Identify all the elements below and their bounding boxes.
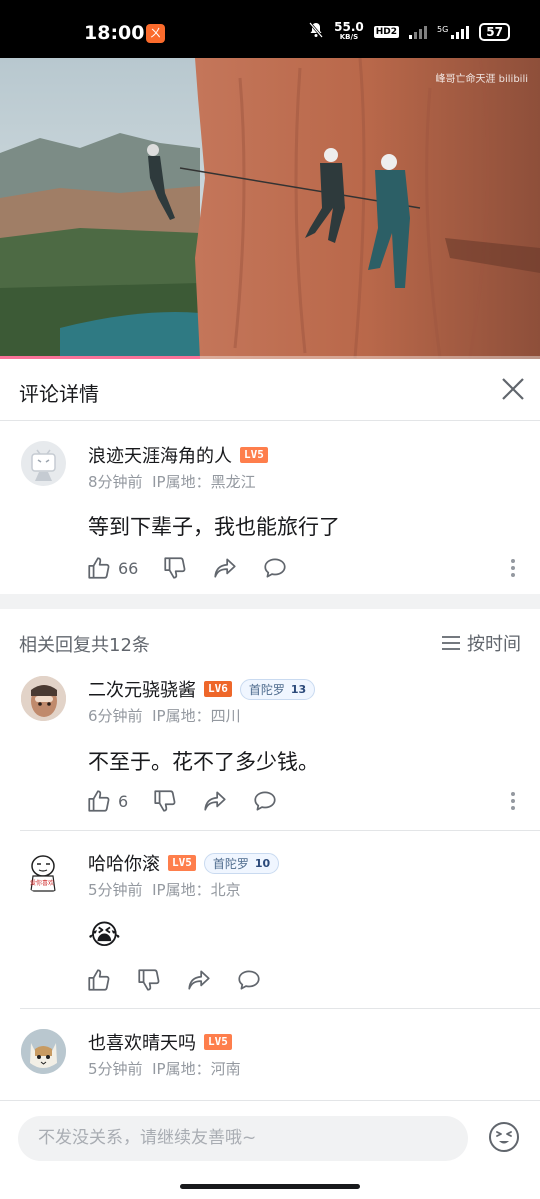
dislike-button[interactable]: [152, 788, 178, 814]
share-icon: [204, 791, 226, 811]
comment-bubble-icon: [238, 970, 260, 990]
reply-item: 也喜欢晴天吗 LV5 5分钟前 IP属地：河南: [0, 1008, 540, 1100]
comment-bubble-icon: [254, 791, 276, 811]
reply-emoji: 😭: [88, 918, 121, 951]
like-button[interactable]: 6: [86, 788, 128, 814]
cartoon-face-avatar: [21, 849, 66, 894]
like-count: 6: [118, 791, 129, 811]
battery-indicator: 57: [479, 23, 510, 41]
avatar[interactable]: 爱你喜欢: [21, 849, 66, 894]
reply-item: 爱你喜欢 哈哈你滚 LV5 首陀罗 10 5分钟前 IP属地：北京 😭: [0, 830, 540, 1008]
like-count: 66: [118, 558, 139, 578]
level-badge: LV6: [204, 681, 232, 697]
comment-actions: 66: [86, 555, 312, 581]
video-watermark: 峰哥亡命天涯 bilibili: [435, 74, 528, 85]
reply-actions: [86, 967, 286, 993]
signal-icon: [409, 25, 427, 39]
hd-badge: HD2: [373, 26, 399, 38]
comment-bubble-icon: [264, 558, 286, 578]
reply-item: 二次元骁骁酱 LV6 首陀罗 13 6分钟前 IP属地：四川 不至于。花不了多少钱…: [0, 671, 540, 830]
network-speed: 55.0 KB/S: [334, 20, 364, 41]
app-notification-icon: ㄨ: [146, 24, 165, 43]
reply-meta: 5分钟前 IP属地：北京: [88, 881, 241, 899]
share-icon: [188, 970, 210, 990]
status-time: 18:00: [84, 22, 145, 44]
comment-meta: 8分钟前 IP属地：黑龙江: [88, 473, 256, 491]
thumbs-up-icon: [88, 790, 110, 812]
comment-input[interactable]: 不发没关系，请继续友善哦~: [18, 1116, 468, 1161]
thumbs-up-icon: [88, 969, 110, 991]
share-icon: [214, 558, 236, 578]
video-player[interactable]: 峰哥亡命天涯 bilibili: [0, 58, 540, 359]
comment-text: 等到下辈子，我也能旅行了: [88, 515, 340, 539]
reply-count: 相关回复共12条: [19, 635, 150, 656]
home-indicator[interactable]: [180, 1184, 360, 1189]
avatar-caption: 爱你喜欢: [30, 880, 55, 887]
more-options-icon[interactable]: [510, 792, 516, 812]
dislike-button[interactable]: [136, 967, 162, 993]
reply-username[interactable]: 二次元骁骁酱 LV6 首陀罗 13: [88, 676, 316, 702]
level-badge: LV5: [204, 1034, 232, 1050]
status-bar: 18:00 ㄨ 55.0 KB/S HD2 5G 57: [0, 0, 540, 58]
cat-photo-avatar: [21, 1029, 66, 1074]
reply-button[interactable]: [252, 788, 278, 814]
thumbs-down-icon: [164, 557, 186, 579]
mute-bell-icon: [308, 22, 324, 42]
signal-5g-icon: 5G: [437, 25, 470, 39]
reply-button[interactable]: [262, 555, 288, 581]
more-options-icon[interactable]: [510, 559, 516, 579]
avatar[interactable]: [21, 441, 66, 486]
reply-button[interactable]: [236, 967, 262, 993]
video-frame-cliff: [0, 58, 540, 359]
comment-username[interactable]: 浪迹天涯海角的人 LV5: [88, 442, 268, 468]
share-button[interactable]: [186, 967, 212, 993]
share-button[interactable]: [212, 555, 238, 581]
default-tv-avatar-icon: [31, 449, 56, 481]
share-button[interactable]: [202, 788, 228, 814]
like-button[interactable]: [86, 967, 112, 993]
reply-username[interactable]: 也喜欢晴天吗 LV5: [88, 1029, 232, 1055]
emoji-icon[interactable]: [488, 1121, 520, 1153]
reply-text: 不至于。花不了多少钱。: [88, 750, 319, 774]
comment-detail-header: 评论详情: [0, 359, 540, 421]
avatar[interactable]: [21, 1029, 66, 1074]
level-badge: LV5: [240, 447, 268, 463]
thumbs-down-icon: [138, 969, 160, 991]
fan-medal-badge[interactable]: 首陀罗 10: [203, 852, 280, 874]
fan-medal-badge[interactable]: 首陀罗 13: [239, 678, 316, 700]
reply-username[interactable]: 哈哈你滚 LV5 首陀罗 10: [88, 850, 280, 876]
reply-actions: 6: [86, 788, 302, 814]
page-title: 评论详情: [19, 382, 99, 406]
like-button[interactable]: 66: [86, 555, 138, 581]
dislike-button[interactable]: [162, 555, 188, 581]
reply-meta: 5分钟前 IP属地：河南: [88, 1060, 241, 1078]
level-badge: LV5: [168, 855, 196, 871]
thumbs-up-icon: [88, 557, 110, 579]
sort-button[interactable]: 按时间: [441, 630, 521, 656]
replies-header: 相关回复共12条 按时间: [0, 609, 540, 671]
thumbs-down-icon: [154, 790, 176, 812]
sort-list-icon: [442, 636, 460, 650]
main-comment: 浪迹天涯海角的人 LV5 8分钟前 IP属地：黑龙江 等到下辈子，我也能旅行了 …: [0, 421, 540, 594]
close-icon[interactable]: [496, 372, 530, 406]
reply-meta: 6分钟前 IP属地：四川: [88, 707, 241, 725]
user-photo-avatar: [21, 676, 66, 721]
avatar[interactable]: [21, 676, 66, 721]
section-separator: [0, 594, 540, 609]
